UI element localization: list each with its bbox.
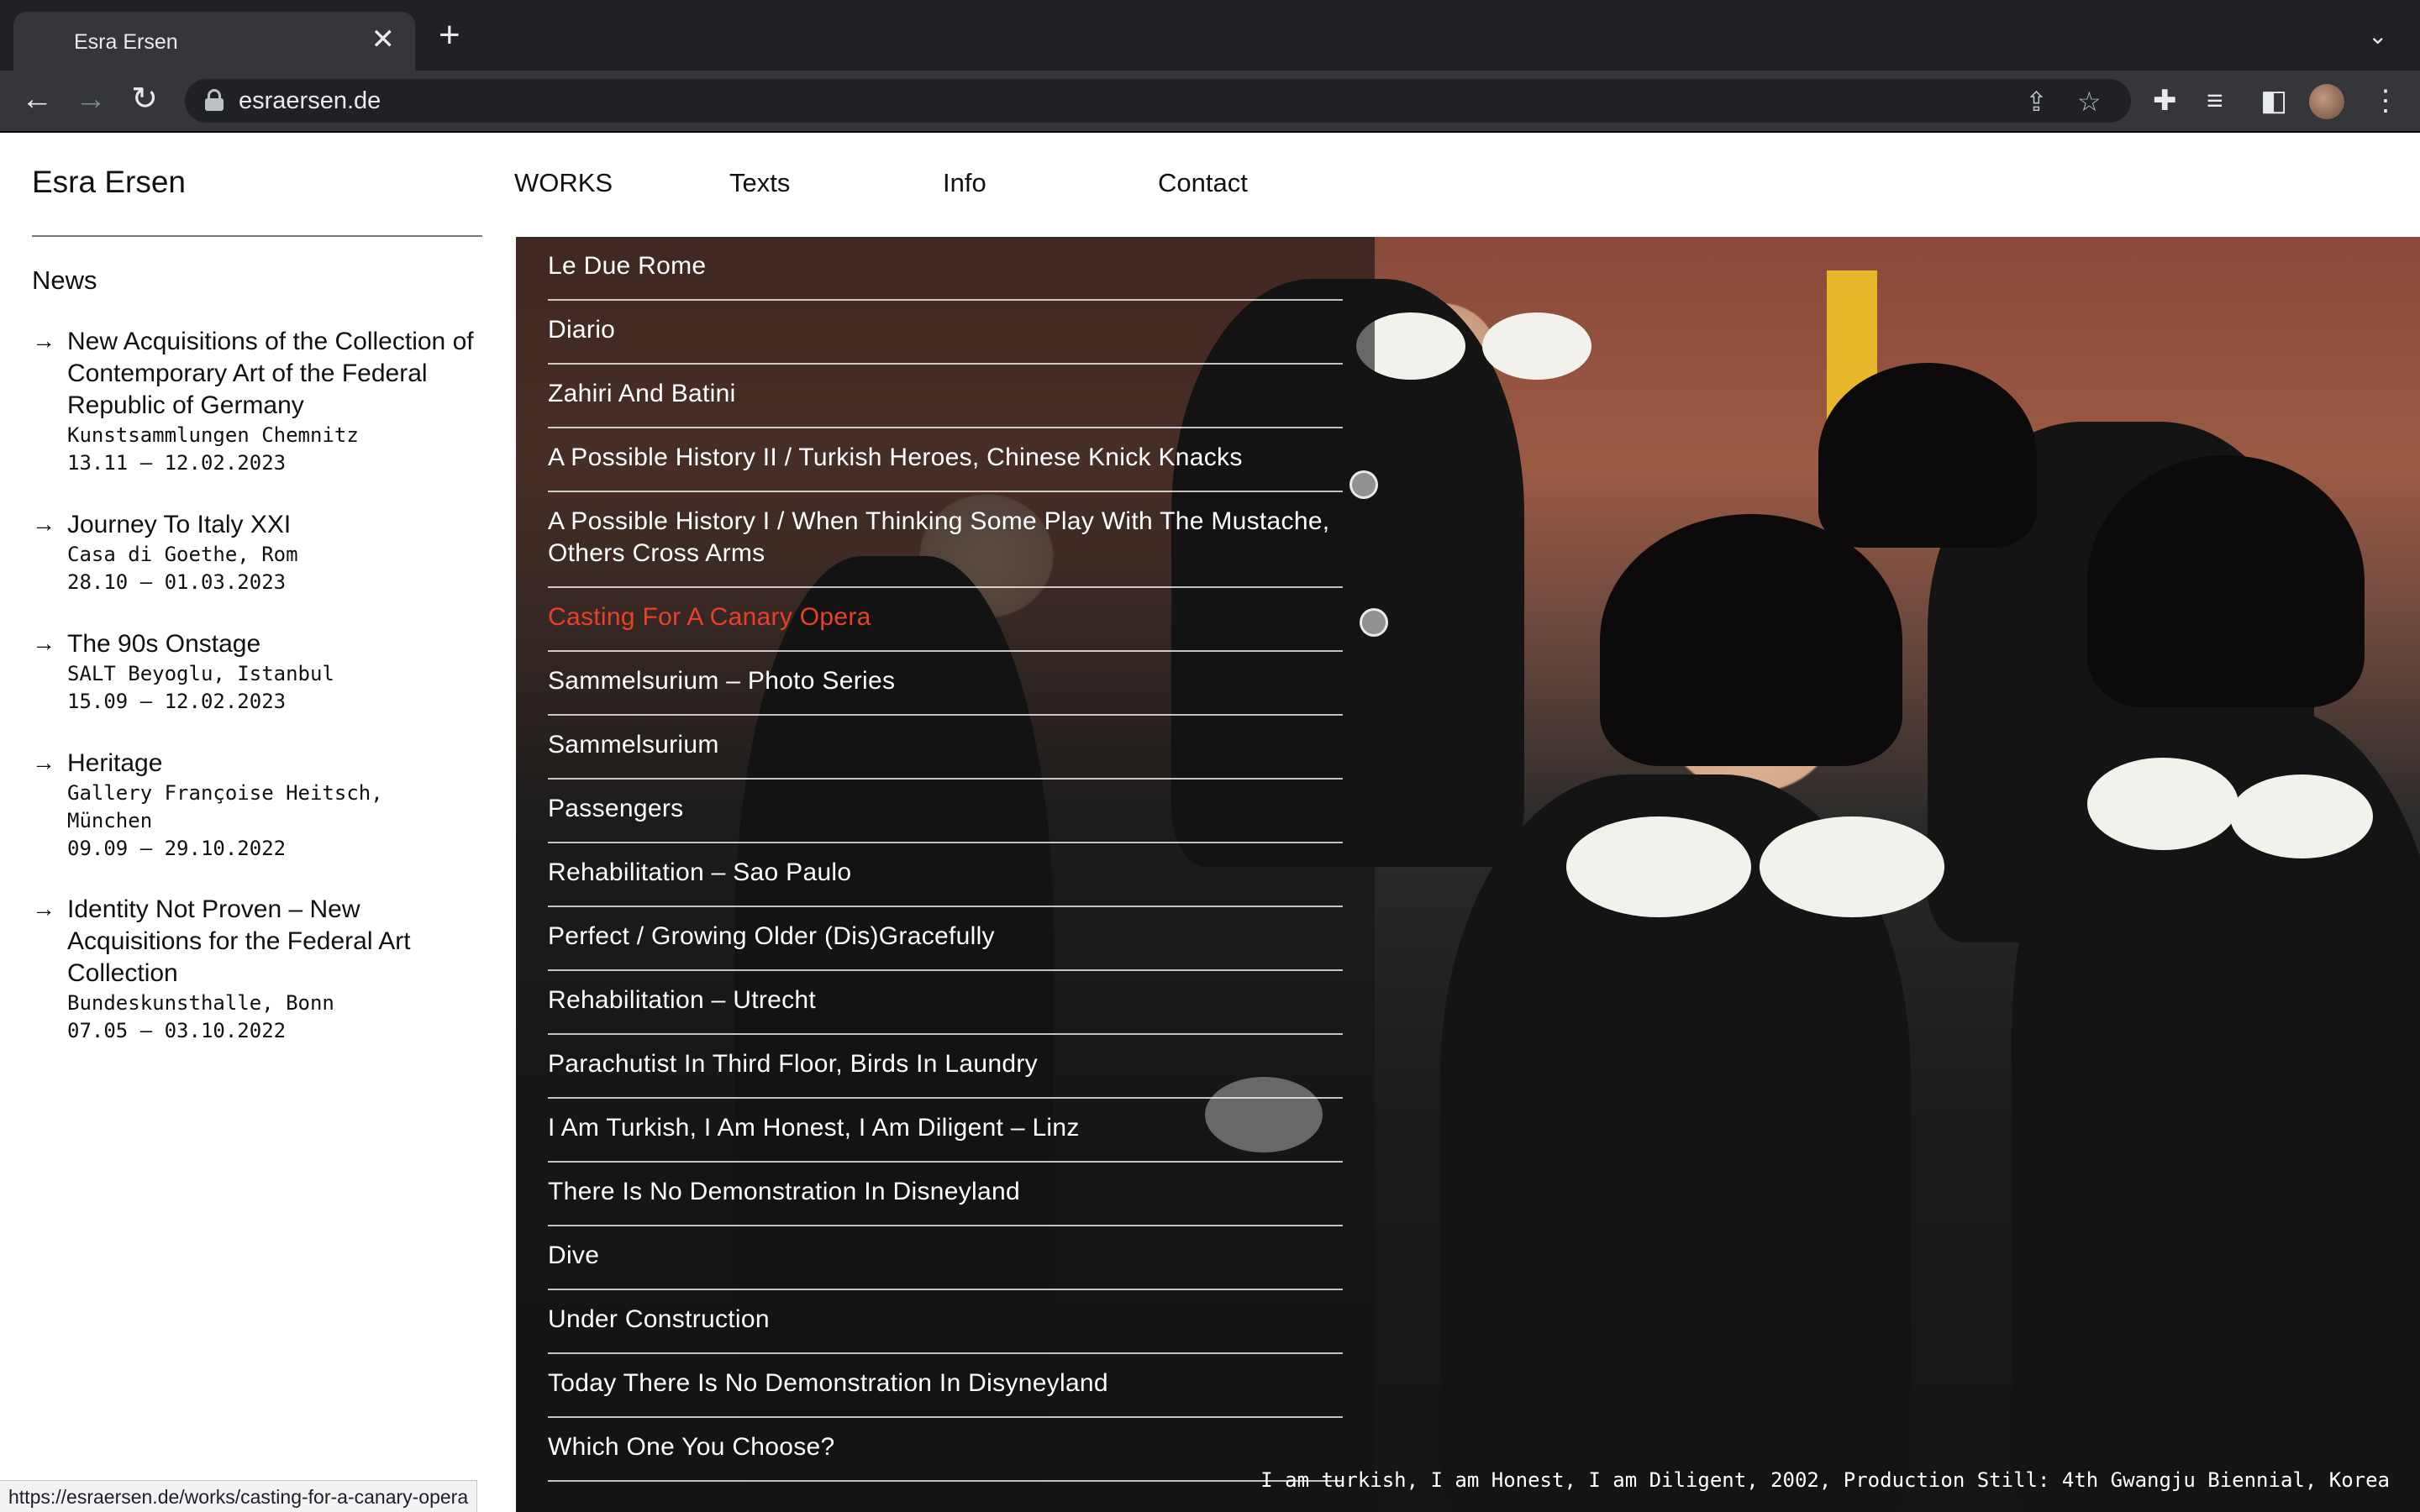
side-panel-icon[interactable]: ◧ [2260,84,2287,118]
work-item[interactable]: Which One You Choose? [548,1418,1343,1482]
news-dates: 13.11 – 12.02.2023 [67,451,287,475]
work-item[interactable]: A Possible History I / When Thinking Som… [548,492,1343,588]
news-venue: Gallery Françoise Heitsch, München [67,781,383,832]
news-item[interactable]: → Identity Not Proven – New Acquisitions… [32,894,486,1045]
news-dates: 07.05 – 03.10.2022 [67,1019,287,1042]
share-icon[interactable]: ⇪ [2025,86,2048,118]
close-tab-icon[interactable]: ✕ [371,25,396,54]
work-item-active[interactable]: Casting For A Canary Opera [548,588,1343,652]
work-item[interactable]: Sammelsurium – Photo Series [548,652,1343,716]
new-tab-button[interactable]: + [439,17,460,54]
bookmark-star-icon[interactable]: ☆ [2077,86,2102,118]
news-venue: Kunstsammlungen Chemnitz [67,423,359,447]
work-item[interactable]: Rehabilitation – Utrecht [548,971,1343,1035]
work-item[interactable]: Rehabilitation – Sao Paulo [548,843,1343,907]
status-bar-url: https://esraersen.de/works/casting-for-a… [0,1480,478,1512]
work-item[interactable]: Today There Is No Demonstration In Disyn… [548,1354,1343,1418]
news-dates: 28.10 – 01.03.2023 [67,570,287,594]
work-item[interactable]: Le Due Rome [548,237,1343,301]
work-item[interactable]: Zahiri And Batini [548,365,1343,428]
news-heading: News [32,265,97,295]
work-item[interactable]: There Is No Demonstration In Disneyland [548,1163,1343,1226]
nav-contact[interactable]: Contact [1158,168,1248,198]
work-item[interactable]: Under Construction [548,1290,1343,1354]
news-venue: SALT Beyoglu, Istanbul [67,662,334,685]
work-item[interactable]: A Possible History II / Turkish Heroes, … [548,428,1343,492]
arrow-right-icon: → [32,511,55,537]
tab-title: Esra Ersen [74,30,178,54]
news-dates: 15.09 – 12.02.2023 [67,690,287,713]
works-list: Le Due Rome Diario Zahiri And Batini A P… [548,237,1343,1482]
news-title[interactable]: Identity Not Proven – New Acquisitions f… [67,894,486,990]
news-item[interactable]: → The 90s Onstage SALT Beyoglu, Istanbul… [32,628,486,716]
arrow-right-icon: → [32,328,55,354]
work-item[interactable]: Sammelsurium [548,716,1343,780]
lock-icon[interactable] [203,89,225,111]
photo-caption: I am turkish, I am Honest, I am Diligent… [1260,1468,2390,1492]
photo-marker [1360,608,1388,637]
site-title[interactable]: Esra Ersen [32,165,186,200]
work-item[interactable]: Parachutist In Third Floor, Birds In Lau… [548,1035,1343,1099]
web-page: Esra Ersen WORKS Texts Info Contact News… [0,133,2420,1512]
browser-toolbar: ← → ↻ esraersen.de ⇪ ☆ ✚ ≡ ◧ ⋮ [0,71,2420,133]
news-title[interactable]: Journey To Italy XXI [67,509,486,541]
news-title[interactable]: New Acquisitions of the Collection of Co… [67,326,486,422]
extensions-icon[interactable]: ✚ [2153,84,2177,118]
arrow-right-icon: → [32,630,55,656]
nav-works[interactable]: WORKS [514,168,613,198]
news-venue: Bundeskunsthalle, Bonn [67,991,334,1015]
news-dates: 09.09 – 29.10.2022 [67,837,287,860]
profile-avatar[interactable] [2309,84,2344,119]
nav-info[interactable]: Info [943,168,986,198]
work-item[interactable]: Diario [548,301,1343,365]
news-venue: Casa di Goethe, Rom [67,543,298,566]
browser-menu-icon[interactable]: ⋮ [2371,84,2400,118]
reload-icon[interactable]: ↻ [126,82,163,116]
news-title[interactable]: Heritage [67,748,486,780]
news-item[interactable]: → Journey To Italy XXI Casa di Goethe, R… [32,509,486,596]
work-item[interactable]: Passengers [548,780,1343,843]
news-title[interactable]: The 90s Onstage [67,628,486,660]
work-item[interactable]: Dive [548,1226,1343,1290]
nav-texts[interactable]: Texts [729,168,790,198]
tab-search-icon[interactable]: ⌄ [2368,22,2387,50]
divider [32,235,482,237]
address-bar[interactable]: esraersen.de ⇪ ☆ [185,79,2131,123]
news-item[interactable]: → Heritage Gallery Françoise Heitsch, Mü… [32,748,486,863]
forward-icon[interactable]: → [72,82,109,116]
photo-marker [1349,470,1378,499]
arrow-right-icon: → [32,749,55,775]
back-icon[interactable]: ← [18,82,55,116]
media-controls-icon[interactable]: ≡ [2207,84,2223,118]
url-text[interactable]: esraersen.de [239,87,381,115]
browser-tab[interactable]: Esra Ersen ✕ [13,12,415,71]
work-item[interactable]: I Am Turkish, I Am Honest, I Am Diligent… [548,1099,1343,1163]
arrow-right-icon: → [32,895,55,921]
news-item[interactable]: → New Acquisitions of the Collection of … [32,326,486,477]
work-item[interactable]: Perfect / Growing Older (Dis)Gracefully [548,907,1343,971]
browser-tab-strip: Esra Ersen ✕ + ⌄ [0,0,2420,71]
